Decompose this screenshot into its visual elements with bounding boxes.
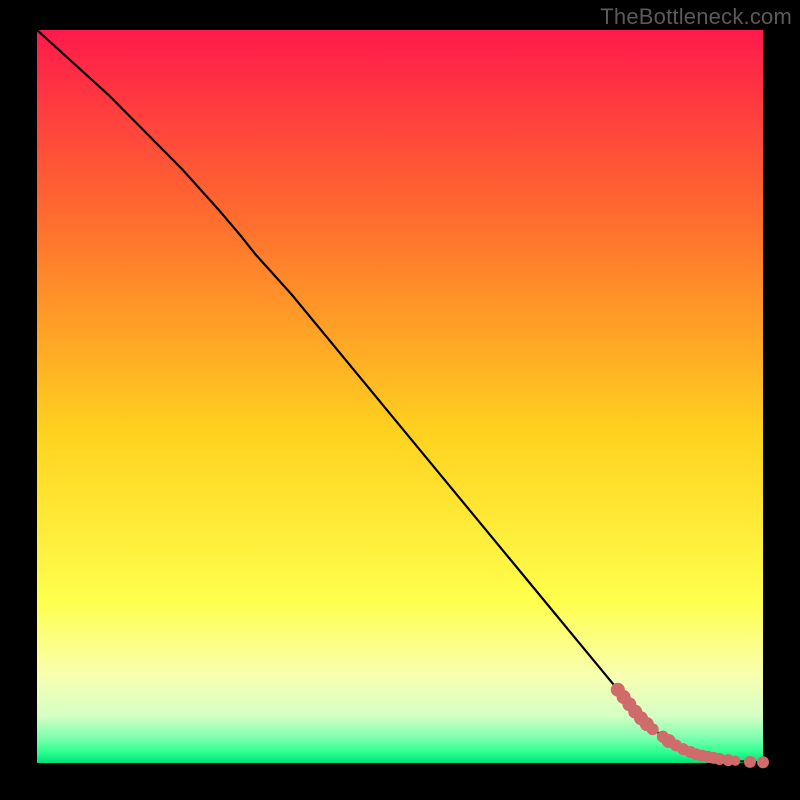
plot-area <box>37 30 763 763</box>
marker-dot <box>730 756 740 766</box>
chart-svg <box>0 0 800 800</box>
marker-dot <box>647 723 659 735</box>
chart-stage: TheBottleneck.com <box>0 0 800 800</box>
marker-dot <box>744 756 756 768</box>
marker-dot <box>757 756 769 768</box>
watermark-text: TheBottleneck.com <box>600 4 792 30</box>
